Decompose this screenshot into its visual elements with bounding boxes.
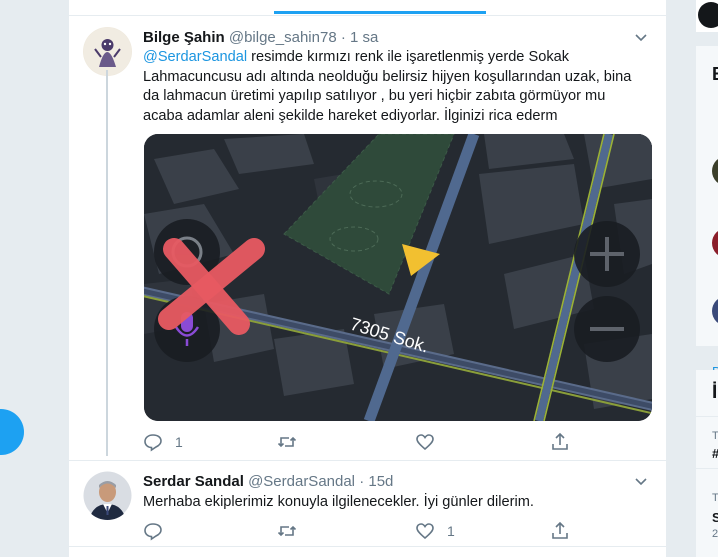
profile-icon[interactable] xyxy=(698,2,718,28)
compose-tweet-button[interactable] xyxy=(0,409,24,455)
mention-link[interactable]: @SerdarSandal xyxy=(143,49,247,65)
retweet-icon xyxy=(277,436,297,448)
share-button[interactable] xyxy=(550,520,570,542)
retweet-button[interactable] xyxy=(277,431,309,453)
author-handle[interactable]: @bilge_sahin78 xyxy=(229,29,337,46)
tweet-media-map[interactable]: 7305 Sok. xyxy=(144,134,652,421)
reply-button[interactable]: 1 xyxy=(143,431,183,453)
tweet-text: Merhaba ekiplerimiz konuyla ilgilenecekl… xyxy=(143,494,534,510)
trend-meta: T xyxy=(712,492,718,504)
avatar-serdar[interactable] xyxy=(83,471,132,520)
thread-line xyxy=(106,70,108,456)
who-to-follow-card: B D xyxy=(696,46,718,379)
author-handle[interactable]: @SerdarSandal xyxy=(248,473,355,490)
section-heading: B xyxy=(712,64,718,85)
trend-name[interactable]: # xyxy=(712,446,718,461)
separator-dot: · xyxy=(359,473,365,490)
tweet-actions: 1 xyxy=(143,520,573,542)
like-count: 1 xyxy=(447,523,455,539)
reply-button[interactable] xyxy=(143,520,175,542)
separator-dot: · xyxy=(340,29,346,46)
tweet-text: @SerdarSandal resimde kırmızı renk ile i… xyxy=(143,48,643,126)
timeline-column: Bilge Şahin @bilge_sahin78 · 1 sa @Serda… xyxy=(68,0,667,557)
reply-icon xyxy=(144,523,162,541)
tweet-actions: 1 xyxy=(143,431,573,453)
avatar[interactable] xyxy=(712,296,718,326)
retweet-icon xyxy=(277,525,297,537)
tweet-serdar[interactable]: Serdar Sandal @SerdarSandal · 15d Merhab… xyxy=(69,461,666,557)
share-button[interactable] xyxy=(550,431,570,453)
like-button[interactable]: 1 xyxy=(415,520,455,542)
tweet-bilge[interactable]: Bilge Şahin @bilge_sahin78 · 1 sa @Serda… xyxy=(69,0,666,457)
heart-icon xyxy=(416,434,434,451)
section-heading: İ xyxy=(712,382,718,403)
divider xyxy=(696,468,718,469)
timestamp[interactable]: 1 sa xyxy=(350,29,378,46)
author-name[interactable]: Serdar Sandal xyxy=(143,473,244,490)
avatar-bilge[interactable] xyxy=(83,27,132,76)
right-sidebar: B D İ T # T S 2 xyxy=(696,0,718,557)
author-name[interactable]: Bilge Şahin xyxy=(143,29,225,46)
search-area xyxy=(696,0,718,32)
reply-count: 1 xyxy=(175,434,183,450)
share-icon xyxy=(552,432,568,450)
like-button[interactable] xyxy=(415,431,447,453)
chevron-down-icon[interactable] xyxy=(634,31,648,45)
reply-icon xyxy=(144,434,162,452)
chevron-down-icon[interactable] xyxy=(634,475,648,489)
avatar[interactable] xyxy=(712,228,718,258)
retweet-button[interactable] xyxy=(277,520,309,542)
trends-card: İ T # T S 2 xyxy=(696,370,718,557)
share-icon xyxy=(552,521,568,539)
trend-name[interactable]: S xyxy=(712,510,718,525)
trend-meta: T xyxy=(712,430,718,442)
tweet-header: Serdar Sandal @SerdarSandal · 15d xyxy=(143,473,393,490)
divider xyxy=(696,416,718,417)
tweet-header: Bilge Şahin @bilge_sahin78 · 1 sa xyxy=(143,29,378,46)
divider xyxy=(69,546,666,547)
timestamp[interactable]: 15d xyxy=(368,473,393,490)
trend-count: 2 xyxy=(712,528,718,540)
avatar[interactable] xyxy=(712,156,718,186)
heart-icon xyxy=(416,523,434,540)
